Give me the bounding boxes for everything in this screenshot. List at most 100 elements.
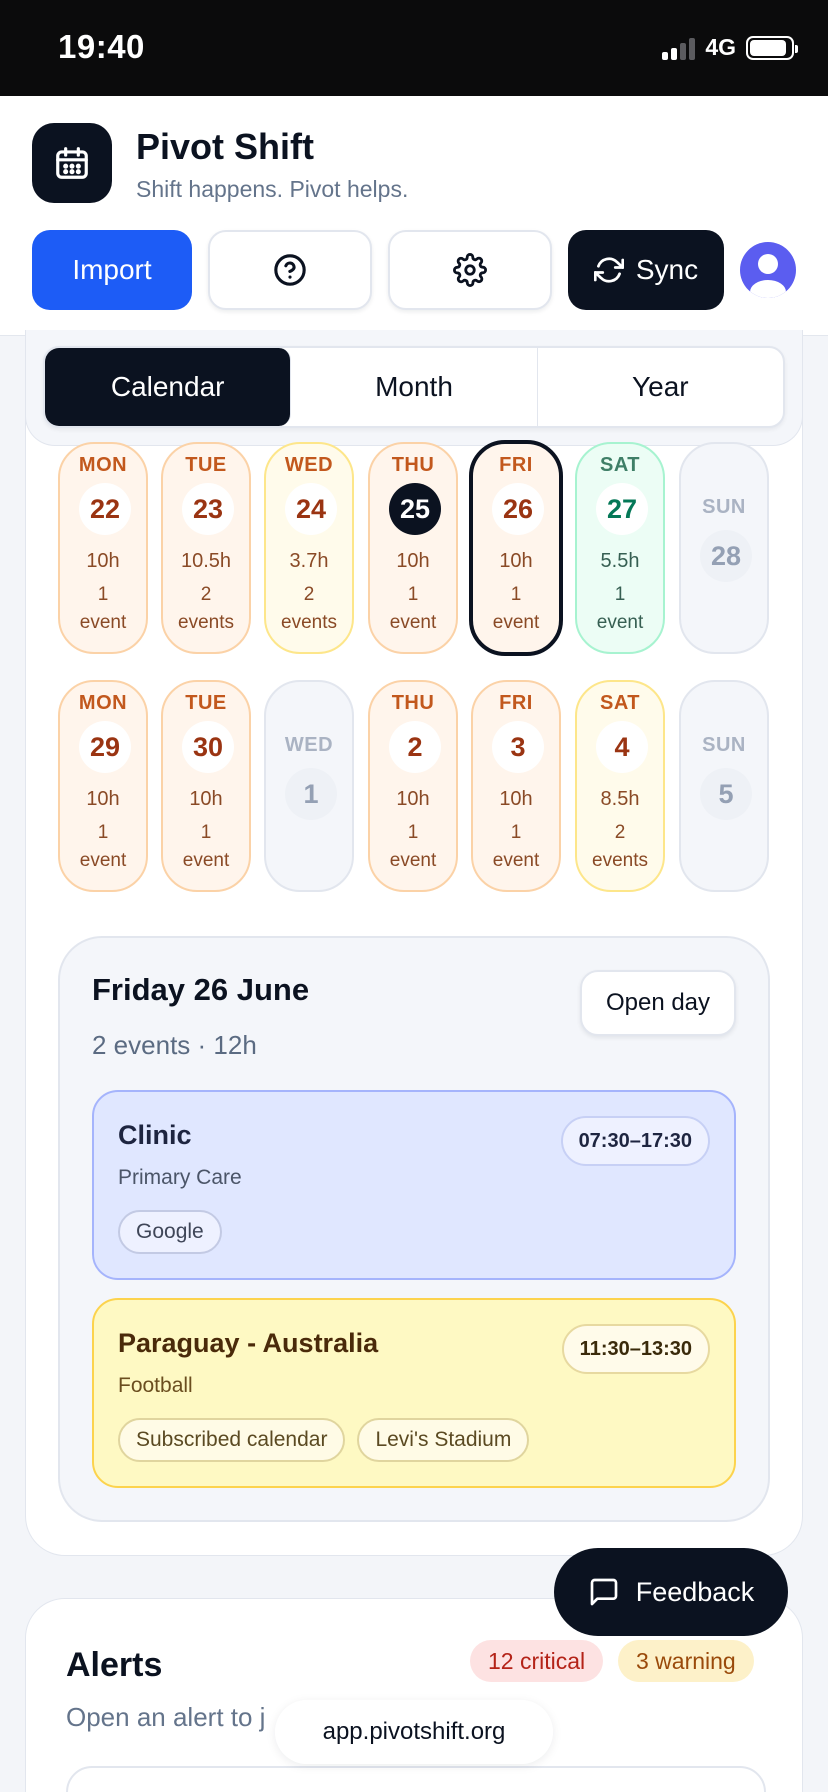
event-chips: Subscribed calendar Levi's Stadium [118, 1418, 530, 1462]
day-event-count: 1 [407, 584, 419, 605]
day-hours: 10h [499, 550, 533, 572]
day-number: 30 [182, 721, 234, 773]
day-number: 23 [182, 483, 234, 535]
day-hours: 8.5h [600, 788, 640, 810]
day-cell-wed-1[interactable]: WED 1 [264, 680, 354, 892]
day-cell-wed-24[interactable]: WED 24 3.7h 2 events [264, 442, 354, 654]
day-hours: 3.7h [289, 550, 329, 572]
sync-label: Sync [635, 254, 699, 285]
alerts-subtitle: Open an alert to j [66, 1702, 266, 1732]
event-card-football[interactable]: Paraguay - Australia Football 11:30–13:3… [92, 1298, 736, 1488]
message-square-icon [590, 1578, 618, 1606]
day-hours: 10h [499, 788, 533, 810]
status-indicators: 4G [662, 34, 798, 61]
day-of-week-label: THU [391, 454, 435, 476]
sync-button[interactable]: Sync [568, 230, 724, 310]
battery-icon [746, 35, 798, 60]
day-of-week-label: THU [391, 692, 435, 714]
day-cell-thu-2[interactable]: THU 2 10h 1 event [368, 680, 458, 892]
alerts-title: Alerts [66, 1646, 163, 1684]
alert-list-item[interactable] [66, 1766, 766, 1792]
avatar[interactable] [740, 242, 796, 298]
day-of-week-label: SAT [599, 692, 640, 714]
day-number: 27 [596, 483, 648, 535]
gear-icon [453, 253, 487, 287]
day-cell-fri-3[interactable]: FRI 3 10h 1 event [471, 680, 561, 892]
day-hours: 10h [86, 550, 120, 572]
day-cell-mon-22[interactable]: MON 22 10h 1 event [58, 442, 148, 654]
feedback-label: Feedback [635, 1576, 755, 1607]
day-cell-thu-25[interactable]: THU 25 10h 1 event [368, 442, 458, 654]
day-of-week-label: FRI [499, 454, 533, 476]
day-of-week-label: FRI [499, 692, 533, 714]
day-event-unit: events [592, 850, 648, 871]
view-tabs: Calendar Month Year [43, 346, 785, 428]
event-card-clinic[interactable]: Clinic Primary Care 07:30–17:30 Google [92, 1090, 736, 1280]
day-hours: 10h [86, 788, 120, 810]
refresh-icon [593, 257, 624, 283]
status-time: 19:40 [58, 28, 145, 65]
import-label: Import [72, 254, 152, 285]
event-subtitle: Primary Care [118, 1166, 242, 1189]
day-of-week-label: WED [284, 454, 334, 476]
day-number: 3 [492, 721, 544, 773]
day-event-count: 1 [97, 822, 109, 843]
browser-url-bar[interactable]: app.pivotshift.org [275, 1700, 553, 1764]
warning-badge[interactable]: 3 warning [618, 1640, 754, 1682]
event-subtitle: Football [118, 1374, 193, 1397]
day-number: 24 [285, 483, 337, 535]
event-title: Clinic [118, 1120, 192, 1150]
day-event-unit: events [281, 612, 337, 633]
day-cell-tue-23[interactable]: TUE 23 10.5h 2 events [161, 442, 251, 654]
day-cell-sun-28[interactable]: SUN 28 [679, 442, 769, 654]
day-event-count: 2 [303, 584, 315, 605]
signal-icon [662, 36, 696, 60]
event-chips: Google [118, 1210, 222, 1254]
location-chip: Levi's Stadium [357, 1418, 530, 1462]
day-number: 1 [285, 768, 337, 820]
day-event-count: 1 [200, 822, 212, 843]
day-of-week-label: SUN [702, 734, 746, 756]
day-number: 25 [389, 483, 441, 535]
import-button[interactable]: Import [32, 230, 192, 310]
event-time-badge: 11:30–13:30 [561, 1324, 710, 1374]
day-hours: 10h [396, 550, 430, 572]
source-chip: Subscribed calendar [118, 1418, 346, 1462]
tab-month[interactable]: Month [291, 348, 538, 426]
day-number: 29 [79, 721, 131, 773]
day-cell-tue-30[interactable]: TUE 30 10h 1 event [161, 680, 251, 892]
day-cell-fri-26[interactable]: FRI 26 10h 1 event [469, 440, 563, 656]
feedback-button[interactable]: Feedback [554, 1548, 788, 1636]
day-cell-mon-29[interactable]: MON 29 10h 1 event [58, 680, 148, 892]
day-hours: 5.5h [600, 550, 640, 572]
tab-calendar[interactable]: Calendar [45, 348, 292, 426]
day-detail-summary: 2 events · 12h [92, 1030, 257, 1060]
day-of-week-label: MON [78, 692, 128, 714]
day-cell-sat-27[interactable]: SAT 27 5.5h 1 event [575, 442, 665, 654]
day-of-week-label: MON [78, 454, 128, 476]
toolbar: Import Sync [32, 230, 796, 310]
app-subtitle: Shift happens. Pivot helps. [136, 176, 409, 202]
help-button[interactable] [208, 230, 372, 310]
day-event-unit: events [178, 612, 234, 633]
day-event-unit: event [596, 612, 644, 633]
day-cell-sun-5[interactable]: SUN 5 [679, 680, 769, 892]
day-number: 22 [79, 483, 131, 535]
day-hours: 10h [396, 788, 430, 810]
open-day-button[interactable]: Open day [580, 970, 736, 1036]
question-circle-icon [274, 254, 306, 286]
day-number: 28 [700, 530, 752, 582]
network-label: 4G [705, 34, 736, 60]
settings-button[interactable] [388, 230, 552, 310]
day-event-unit: event [389, 612, 437, 633]
day-cell-sat-4[interactable]: SAT 4 8.5h 2 events [575, 680, 665, 892]
day-event-count: 1 [97, 584, 109, 605]
day-detail-title: Friday 26 June [92, 972, 310, 1007]
day-event-count: 2 [200, 584, 212, 605]
day-of-week-label: WED [284, 734, 334, 756]
day-event-count: 1 [510, 584, 522, 605]
day-hours: 10.5h [180, 550, 232, 572]
critical-badge[interactable]: 12 critical [470, 1640, 604, 1682]
tab-year[interactable]: Year [538, 348, 783, 426]
day-hours: 10h [189, 788, 223, 810]
